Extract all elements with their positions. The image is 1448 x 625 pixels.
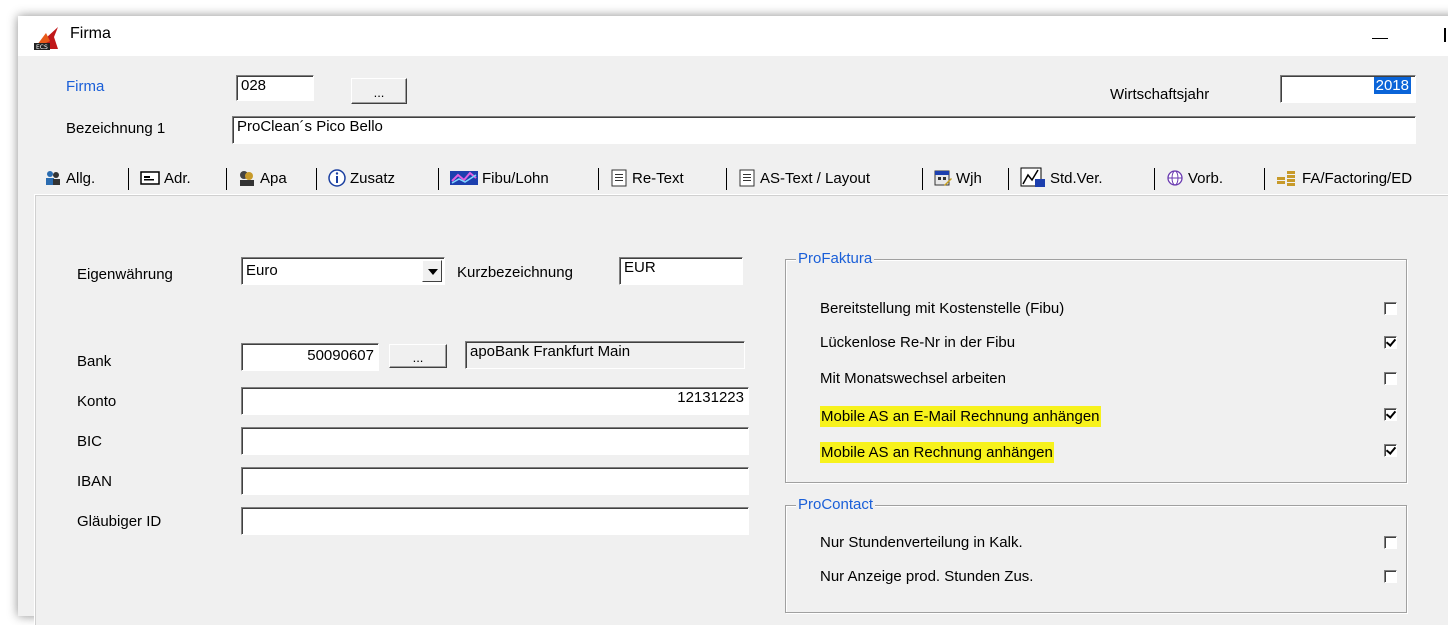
tab-allg-label: Allg. [66, 169, 96, 187]
eigenwaehrung-value: Euro [246, 262, 278, 279]
tab-std-ver[interactable]: Std.Ver. [1020, 164, 1103, 192]
bezeichnung-input[interactable]: ProClean´s Pico Bello [232, 116, 1416, 144]
procontact-group: ProContact Nur Stundenverteilung in Kalk… [785, 496, 1407, 613]
tab-fibu-lohn[interactable]: Fibu/Lohn [450, 164, 549, 192]
glaeubiger-label: Gläubiger ID [77, 513, 162, 530]
chart-icon [450, 171, 478, 185]
maximize-button[interactable] [1444, 28, 1448, 42]
profaktura-item-label-highlighted: Mobile AS an E-Mail Rechnung anhängen [820, 406, 1101, 427]
tab-adr[interactable]: Adr. [140, 164, 191, 192]
tab-zusatz-label: Zusatz [350, 169, 396, 187]
calendar-edit-icon [934, 170, 952, 186]
title-bar: ECS Firma [18, 16, 1448, 56]
tab-allg[interactable]: Allg. [44, 164, 95, 192]
tab-apa[interactable]: Apa [238, 164, 287, 192]
tab-apa-label: Apa [260, 169, 287, 187]
document-icon [611, 169, 627, 187]
graph-icon [1020, 167, 1045, 187]
eigenwaehrung-select[interactable]: Euro [241, 257, 445, 285]
coins-icon [1277, 171, 1295, 186]
iban-label: IBAN [77, 473, 113, 490]
tab-wjh[interactable]: Wjh [934, 164, 982, 192]
bezeichnung-label: Bezeichnung 1 [66, 120, 166, 137]
profaktura-title: ProFaktura [796, 250, 875, 267]
bic-label: BIC [77, 433, 103, 450]
wirtschaftsjahr-input[interactable]: 2018 [1280, 75, 1416, 103]
allg-tab-page: Eigenwährung Euro Kurzbezeichnung EUR Ba… [34, 194, 1448, 625]
profaktura-item-label: Mit Monatswechsel arbeiten [820, 370, 1006, 387]
lueckenlose-re-nr-checkbox[interactable] [1384, 336, 1397, 349]
info-icon [328, 169, 346, 187]
stundenverteilung-checkbox[interactable] [1384, 536, 1397, 549]
firma-input[interactable]: 028 [236, 75, 314, 101]
bank-blz-input[interactable]: 50090607 [241, 343, 379, 371]
tab-re-text-label: Re-Text [632, 169, 684, 187]
firma-label: Firma [66, 78, 105, 95]
mobile-as-email-checkbox[interactable] [1384, 408, 1397, 421]
minimize-button[interactable] [1362, 24, 1398, 48]
tab-as-text-layout-label: AS-Text / Layout [760, 169, 871, 187]
tab-re-text[interactable]: Re-Text [610, 164, 684, 192]
bic-input[interactable] [241, 427, 749, 455]
monatswechsel-checkbox[interactable] [1384, 372, 1397, 385]
app-logo-icon: ECS [34, 27, 58, 51]
mobile-as-rechnung-checkbox[interactable] [1384, 444, 1397, 457]
wirtschaftsjahr-value: 2018 [1373, 77, 1411, 94]
profaktura-item-label-highlighted: Mobile AS an Rechnung anhängen [820, 442, 1054, 463]
window-title: Firma [70, 25, 111, 42]
tab-zusatz[interactable]: Zusatz [328, 164, 395, 192]
tab-fa-factoring[interactable]: FA/Factoring/ED [1276, 164, 1412, 192]
people-icon [46, 171, 60, 185]
glaeubiger-input[interactable] [241, 507, 749, 535]
profaktura-item-label: Bereitstellung mit Kostenstelle (Fibu) [820, 300, 1065, 317]
procontact-item-label: Nur Anzeige prod. Stunden Zus. [820, 568, 1034, 585]
contacts-icon [240, 171, 254, 186]
konto-input[interactable]: 12131223 [241, 387, 749, 415]
tab-wjh-label: Wjh [956, 169, 982, 187]
svg-text:ECS: ECS [36, 44, 48, 51]
tab-fa-factoring-label: FA/Factoring/ED [1302, 169, 1413, 187]
profaktura-item-label: Lückenlose Re-Nr in der Fibu [820, 334, 1016, 351]
tab-fibu-lohn-label: Fibu/Lohn [482, 169, 549, 187]
tab-std-ver-label: Std.Ver. [1050, 169, 1103, 187]
wirtschaftsjahr-label: Wirtschaftsjahr [1110, 86, 1210, 103]
address-card-icon [140, 171, 160, 185]
bank-browse-button[interactable]: ... [389, 344, 447, 368]
profaktura-group: ProFaktura Bereitstellung mit Kostenstel… [785, 250, 1407, 483]
tab-vorb-label: Vorb. [1188, 169, 1224, 187]
firma-window: ECS Firma Firma 028 ... Wirtschaftsjahr … [18, 16, 1448, 625]
globe-icon [1167, 170, 1183, 186]
bank-name-field: apoBank Frankfurt Main [465, 341, 745, 369]
kurzbezeichnung-label: Kurzbezeichnung [457, 264, 573, 281]
konto-label: Konto [77, 393, 117, 410]
procontact-title: ProContact [796, 496, 876, 513]
procontact-item-label: Nur Stundenverteilung in Kalk. [820, 534, 1023, 551]
tab-adr-label: Adr. [164, 169, 191, 187]
anzeige-stunden-checkbox[interactable] [1384, 570, 1397, 583]
chevron-down-icon[interactable] [422, 260, 442, 282]
tab-vorb[interactable]: Vorb. [1166, 164, 1223, 192]
firma-browse-button[interactable]: ... [351, 78, 407, 104]
document-icon [739, 169, 755, 187]
eigenwaehrung-label: Eigenwährung [77, 266, 173, 283]
iban-input[interactable] [241, 467, 749, 495]
bank-label: Bank [77, 353, 112, 370]
kurzbezeichnung-input[interactable]: EUR [619, 257, 743, 285]
tab-as-text-layout[interactable]: AS-Text / Layout [738, 164, 870, 192]
kostenstelle-checkbox[interactable] [1384, 302, 1397, 315]
